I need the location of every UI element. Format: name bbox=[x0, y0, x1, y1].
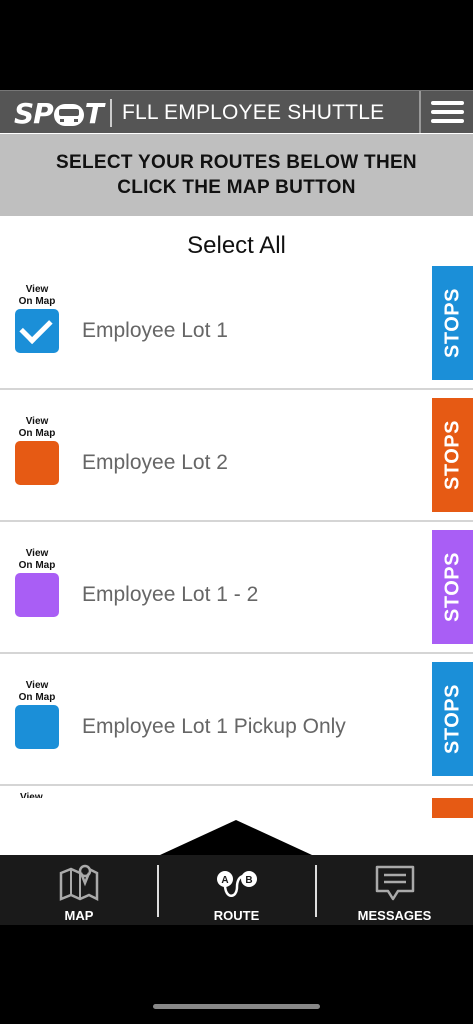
route-checkbox[interactable] bbox=[15, 573, 59, 617]
route-name: Employee Lot 1 bbox=[82, 319, 228, 342]
instruction-banner: SELECT YOUR ROUTES BELOW THEN CLICK THE … bbox=[0, 134, 473, 216]
hamburger-icon bbox=[430, 101, 464, 105]
view-on-map-label: View bbox=[20, 792, 43, 798]
header-title: FLL EMPLOYEE SHUTTLE bbox=[122, 101, 385, 124]
route-name: Employee Lot 1 - 2 bbox=[82, 583, 259, 606]
stops-button-partial[interactable] bbox=[432, 798, 473, 818]
header-divider bbox=[110, 99, 112, 127]
map-icon bbox=[59, 864, 99, 902]
route-row: View On Map Employee Lot 1 STOPS bbox=[0, 258, 473, 390]
banner-line-2: CLICK THE MAP BUTTON bbox=[117, 177, 356, 198]
nav-messages[interactable]: MESSAGES bbox=[316, 855, 473, 925]
messages-icon bbox=[375, 865, 414, 901]
view-on-map-label: View On Map bbox=[18, 680, 56, 703]
svg-text:B: B bbox=[245, 875, 252, 886]
app-header: SP T FLL EMPLOYEE SHUTTLE bbox=[0, 90, 473, 133]
app-screen: SP T FLL EMPLOYEE SHUTTLE SELECT YOUR ROU… bbox=[0, 90, 473, 925]
route-row: View On Map Employee Lot 2 STOPS bbox=[0, 390, 473, 522]
checkmark-icon bbox=[19, 310, 53, 345]
route-name: Employee Lot 2 bbox=[82, 451, 228, 474]
route-checkbox[interactable] bbox=[15, 705, 59, 749]
route-checkbox[interactable] bbox=[15, 441, 59, 485]
stops-button[interactable]: STOPS bbox=[432, 662, 473, 776]
view-on-map-label: View On Map bbox=[18, 548, 56, 571]
svg-text:A: A bbox=[221, 875, 228, 886]
banner-line-1: SELECT YOUR ROUTES BELOW THEN bbox=[56, 152, 417, 173]
stops-button[interactable]: STOPS bbox=[432, 398, 473, 512]
route-tab-indicator bbox=[160, 820, 312, 855]
view-on-map-label: View On Map bbox=[18, 284, 56, 307]
nav-route[interactable]: A B ROUTE bbox=[158, 855, 315, 925]
home-indicator[interactable] bbox=[153, 1004, 320, 1009]
menu-button[interactable] bbox=[419, 91, 473, 133]
route-checkbox[interactable] bbox=[15, 309, 59, 353]
view-on-map-label: View On Map bbox=[18, 416, 56, 439]
stops-button[interactable]: STOPS bbox=[432, 530, 473, 644]
route-row: View On Map Employee Lot 1 - 2 STOPS bbox=[0, 522, 473, 654]
route-icon: A B bbox=[216, 871, 257, 897]
spot-logo: SP T bbox=[14, 97, 104, 130]
nav-map[interactable]: MAP bbox=[0, 855, 158, 925]
bus-icon bbox=[53, 103, 84, 126]
route-name: Employee Lot 1 Pickup Only bbox=[82, 715, 346, 738]
bottom-nav: MAP A B ROUTE MESSAGES bbox=[0, 855, 473, 925]
stops-button[interactable]: STOPS bbox=[432, 266, 473, 380]
route-row: View On Map Employee Lot 1 Pickup Only S… bbox=[0, 654, 473, 786]
select-all-button[interactable]: Select All bbox=[0, 232, 473, 260]
